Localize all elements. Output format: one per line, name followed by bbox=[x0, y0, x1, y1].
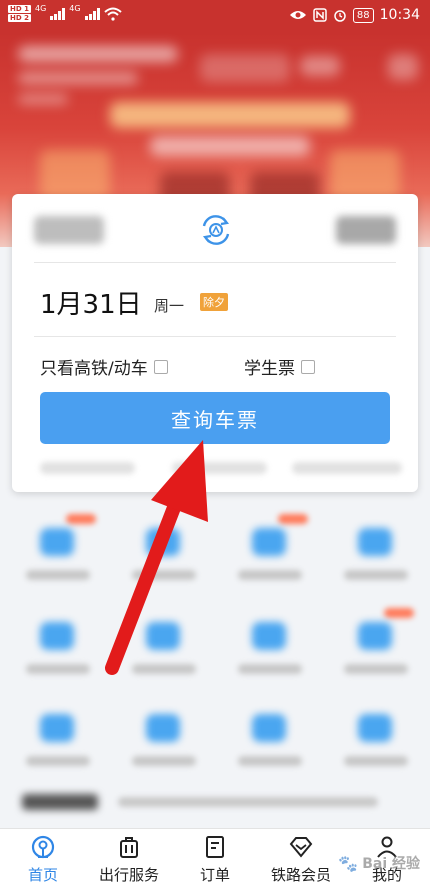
diamond-icon bbox=[289, 837, 313, 858]
service-item[interactable] bbox=[114, 594, 214, 684]
high-speed-only-label: 只看高铁/动车 bbox=[40, 359, 148, 379]
service-item[interactable] bbox=[114, 686, 214, 776]
swap-stations-icon[interactable] bbox=[198, 212, 234, 248]
festival-badge: 除夕 bbox=[200, 293, 228, 311]
travel-date[interactable]: 1月31日 bbox=[40, 284, 142, 321]
network2-label: 4G bbox=[69, 4, 81, 13]
nav-orders-label: 订单 bbox=[199, 866, 230, 884]
train-logo-icon bbox=[31, 835, 55, 859]
paw-icon: 🐾 bbox=[338, 853, 359, 873]
nav-orders[interactable]: 订单 bbox=[172, 829, 258, 893]
watermark-text: Bai 经验 bbox=[362, 856, 420, 872]
signal2-icon bbox=[84, 8, 100, 20]
recent-search-1[interactable] bbox=[40, 462, 135, 474]
divider bbox=[34, 336, 396, 337]
nfc-icon bbox=[313, 8, 327, 22]
nav-travel-services-label: 出行服务 bbox=[98, 866, 159, 884]
arrival-station[interactable] bbox=[336, 216, 396, 244]
sim1-label: HD 1 bbox=[8, 5, 31, 13]
wifi-icon bbox=[103, 7, 122, 21]
sim-indicator: HD 1 HD 2 bbox=[8, 5, 31, 23]
banner-search-pill[interactable] bbox=[200, 54, 290, 82]
service-item[interactable] bbox=[8, 500, 108, 590]
ticket-search-card: 1月31日 周一 除夕 只看高铁/动车 学生票 查询车票 bbox=[12, 194, 418, 492]
watermark: 🐾 Bai 经验 bbox=[338, 853, 420, 873]
service-item[interactable] bbox=[8, 686, 108, 776]
student-ticket-toggle[interactable]: 学生票 bbox=[244, 354, 315, 379]
eye-icon bbox=[289, 11, 306, 19]
nav-travel-services[interactable]: 出行服务 bbox=[86, 829, 172, 893]
network1-label: 4G bbox=[34, 4, 47, 13]
student-ticket-label: 学生票 bbox=[244, 359, 295, 379]
nav-railway-member[interactable]: 铁路会员 bbox=[258, 829, 344, 893]
news-ticker[interactable] bbox=[22, 794, 382, 810]
query-tickets-button[interactable]: 查询车票 bbox=[40, 392, 390, 444]
signal1-icon bbox=[50, 8, 66, 20]
clock: 10:34 bbox=[379, 7, 420, 23]
service-item[interactable] bbox=[8, 594, 108, 684]
service-item[interactable] bbox=[326, 594, 426, 684]
service-item[interactable] bbox=[220, 500, 320, 590]
nav-home[interactable]: 首页 bbox=[0, 829, 86, 893]
high-speed-only-toggle[interactable]: 只看高铁/动车 bbox=[40, 354, 168, 379]
service-item[interactable] bbox=[220, 594, 320, 684]
order-icon bbox=[206, 836, 224, 858]
battery-icon: 88 bbox=[352, 7, 374, 23]
nav-railway-member-label: 铁路会员 bbox=[270, 866, 331, 884]
high-speed-only-checkbox[interactable] bbox=[153, 359, 168, 374]
recent-search-3[interactable] bbox=[292, 462, 402, 474]
departure-station[interactable] bbox=[34, 216, 104, 244]
sim2-label: HD 2 bbox=[8, 14, 31, 22]
luggage-icon bbox=[120, 837, 138, 858]
student-ticket-checkbox[interactable] bbox=[301, 359, 315, 374]
recent-search-2[interactable] bbox=[172, 462, 267, 474]
service-item[interactable] bbox=[326, 686, 426, 776]
service-item[interactable] bbox=[326, 500, 426, 590]
service-grid bbox=[0, 500, 430, 820]
weekday-label: 周一 bbox=[154, 297, 185, 315]
alarm-icon bbox=[334, 10, 346, 22]
service-item[interactable] bbox=[114, 500, 214, 590]
service-item[interactable] bbox=[220, 686, 320, 776]
status-bar: HD 1 HD 2 4G 4G 88 10:34 bbox=[0, 0, 430, 32]
nav-home-label: 首页 bbox=[27, 866, 58, 884]
divider bbox=[34, 262, 396, 263]
